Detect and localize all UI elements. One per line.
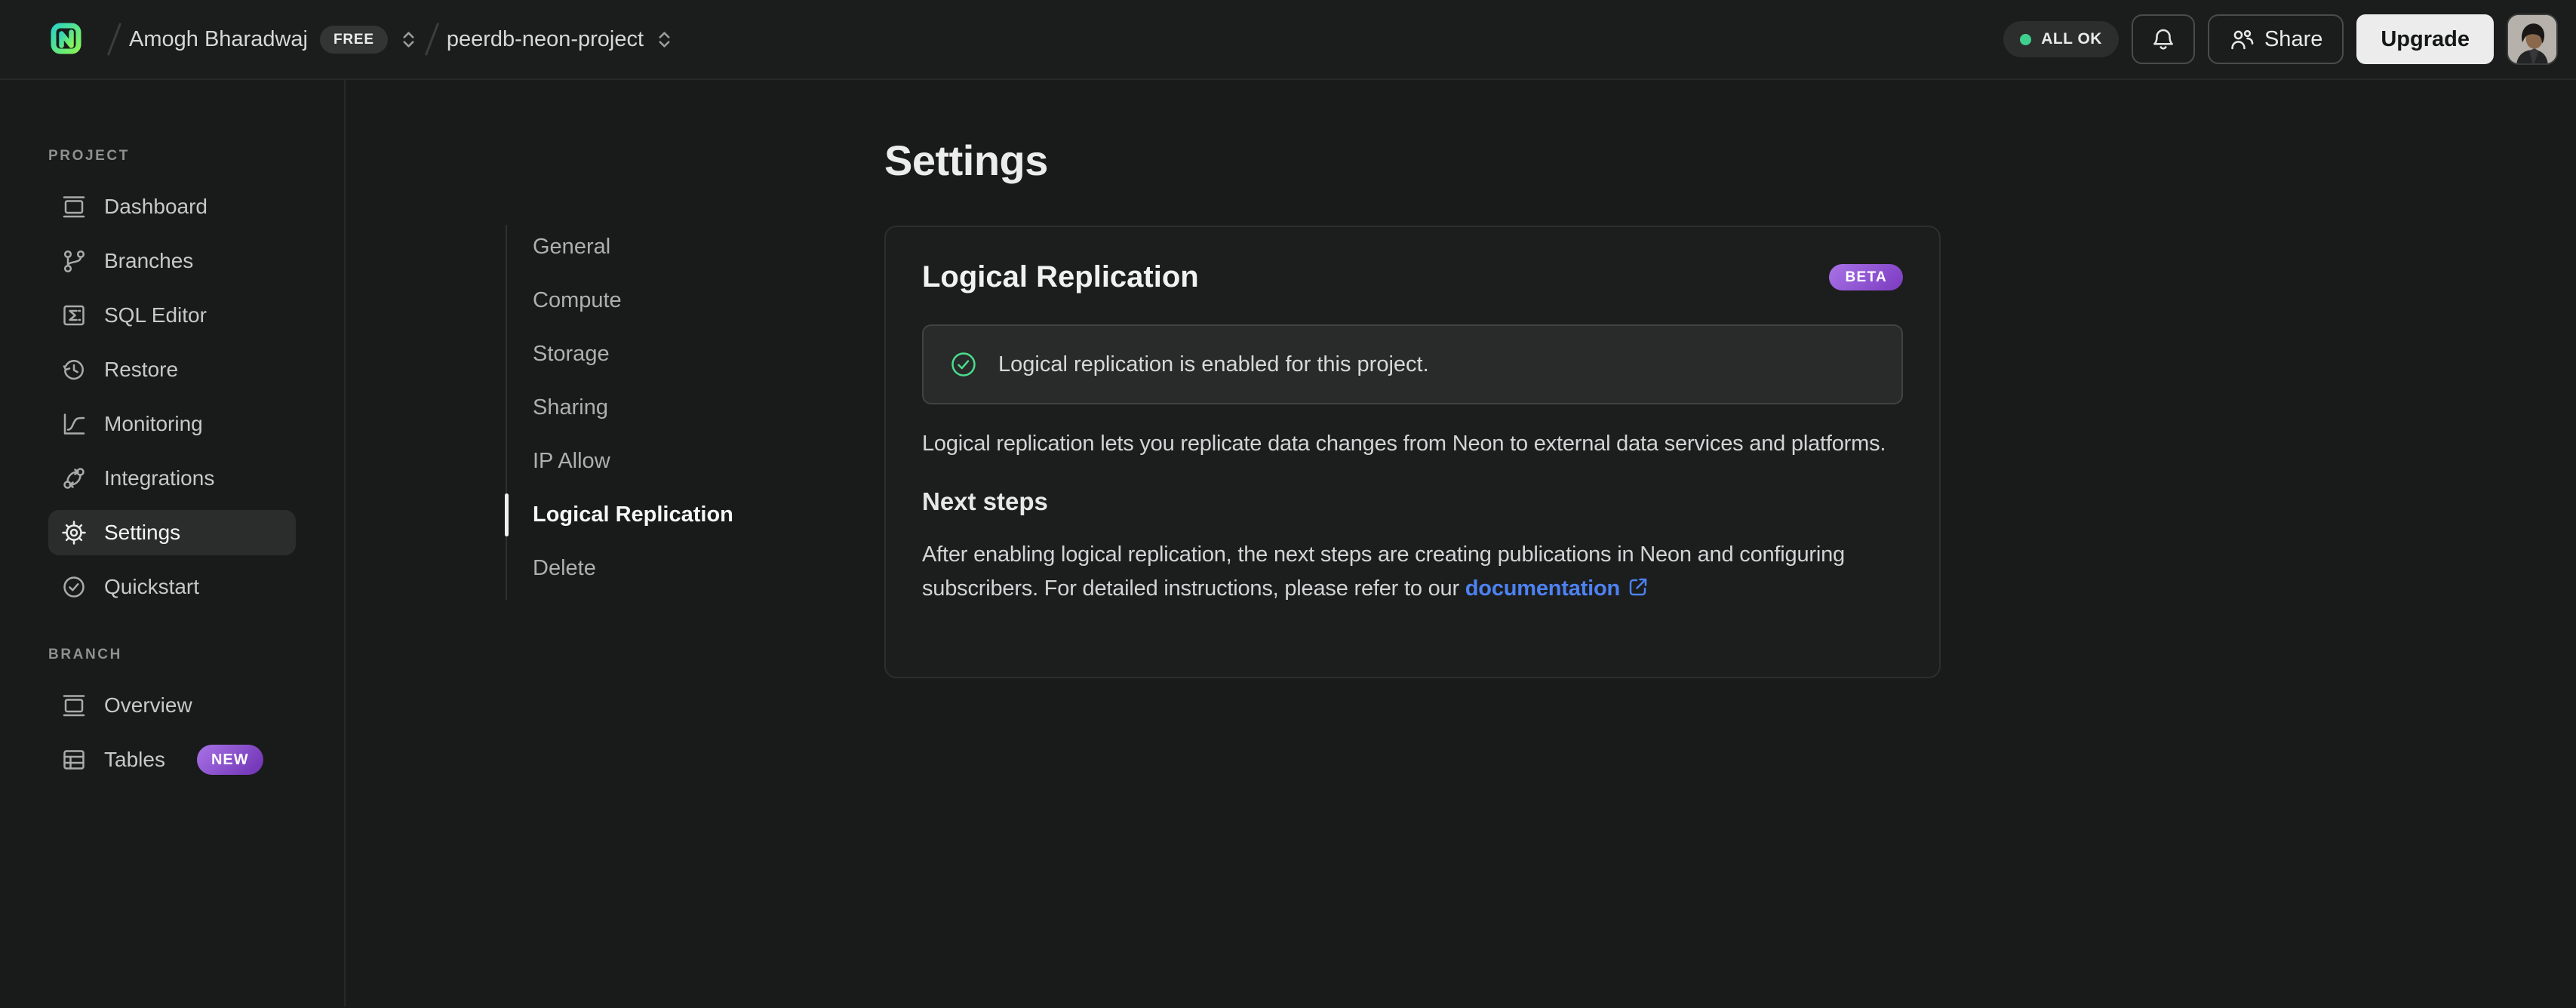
sidebar-item-sql-editor[interactable]: SQL Editor bbox=[48, 293, 296, 338]
user-avatar[interactable] bbox=[2507, 14, 2558, 65]
sidebar-item-label: Dashboard bbox=[104, 195, 207, 218]
sidebar-item-label: Integrations bbox=[104, 466, 215, 490]
window-icon bbox=[60, 193, 88, 220]
content-area: General Compute Storage Sharing IP Allow… bbox=[346, 80, 2576, 1006]
subnav-item-storage[interactable]: Storage bbox=[506, 327, 770, 381]
app-body: PROJECT Dashboard Branches SQL Editor Re… bbox=[0, 80, 2576, 1006]
subnav-item-ip-allow[interactable]: IP Allow bbox=[506, 435, 770, 488]
sidebar-item-label: Quickstart bbox=[104, 575, 200, 598]
status-dot-icon bbox=[2020, 33, 2032, 45]
chevron-updown-icon bbox=[403, 31, 414, 48]
sidebar-item-quickstart[interactable]: Quickstart bbox=[48, 564, 296, 610]
next-steps-body: After enabling logical replication, the … bbox=[922, 542, 1845, 601]
sidebar-item-label: Monitoring bbox=[104, 412, 203, 435]
breadcrumb-divider bbox=[424, 22, 440, 57]
sidebar-item-settings[interactable]: Settings bbox=[48, 510, 296, 555]
org-selector[interactable]: Amogh Bharadwaj FREE bbox=[123, 25, 423, 54]
card-header: Logical Replication BETA bbox=[922, 260, 1903, 294]
status-label: ALL OK bbox=[2041, 30, 2102, 48]
card-title: Logical Replication bbox=[922, 260, 1199, 293]
share-button[interactable]: Share bbox=[2207, 14, 2344, 64]
subnav-item-sharing[interactable]: Sharing bbox=[506, 381, 770, 435]
description-text: Logical replication lets you replicate d… bbox=[922, 432, 1886, 456]
chart-curve-icon bbox=[60, 410, 88, 438]
upgrade-button[interactable]: Upgrade bbox=[2356, 14, 2494, 64]
next-steps-heading: Next steps bbox=[922, 487, 1048, 515]
neon-logo[interactable] bbox=[48, 20, 86, 59]
sidebar-item-label: Settings bbox=[104, 521, 181, 544]
history-clock-icon bbox=[60, 356, 88, 383]
neon-console: Amogh Bharadwaj FREE peerdb-neon-project… bbox=[0, 0, 2576, 1008]
sidebar-item-integrations[interactable]: Integrations bbox=[48, 456, 296, 501]
documentation-link[interactable]: documentation bbox=[1465, 576, 1620, 601]
sql-terminal-icon bbox=[60, 302, 88, 329]
notifications-button[interactable] bbox=[2131, 14, 2195, 64]
new-badge: NEW bbox=[196, 745, 263, 775]
table-icon bbox=[60, 746, 88, 773]
git-branch-icon bbox=[60, 247, 88, 275]
window-icon bbox=[60, 692, 88, 719]
page-title: Settings bbox=[884, 137, 1048, 184]
sidebar: PROJECT Dashboard Branches SQL Editor Re… bbox=[0, 80, 346, 1006]
bell-icon bbox=[2153, 29, 2173, 50]
subnav-item-delete[interactable]: Delete bbox=[506, 542, 770, 595]
logical-replication-card: Logical Replication BETA Logical replica… bbox=[884, 226, 1941, 678]
subnav-item-compute[interactable]: Compute bbox=[506, 274, 770, 327]
sidebar-item-tables[interactable]: Tables NEW bbox=[48, 737, 296, 782]
topbar: Amogh Bharadwaj FREE peerdb-neon-project… bbox=[0, 0, 2576, 80]
breadcrumb-divider bbox=[106, 22, 122, 57]
chevron-updown-icon bbox=[659, 31, 670, 48]
check-circle-icon bbox=[60, 573, 88, 601]
sidebar-item-restore[interactable]: Restore bbox=[48, 347, 296, 392]
sidebar-item-branches[interactable]: Branches bbox=[48, 238, 296, 284]
sidebar-section-branch: BRANCH bbox=[48, 647, 122, 662]
alert-text: Logical replication is enabled for this … bbox=[998, 352, 1429, 376]
settings-subnav: General Compute Storage Sharing IP Allow… bbox=[505, 220, 770, 600]
plan-badge: FREE bbox=[319, 25, 388, 54]
sidebar-item-label: Restore bbox=[104, 358, 179, 381]
sidebar-item-label: Overview bbox=[104, 693, 192, 717]
subnav-item-logical-replication[interactable]: Logical Replication bbox=[505, 488, 770, 542]
next-steps-text: After enabling logical replication, the … bbox=[922, 538, 1903, 606]
org-name: Amogh Bharadwaj bbox=[129, 26, 308, 51]
sidebar-item-label: Tables bbox=[104, 748, 165, 771]
external-link-icon[interactable] bbox=[1627, 576, 1649, 598]
subnav-item-general[interactable]: General bbox=[506, 220, 770, 274]
share-label: Share bbox=[2264, 26, 2323, 51]
project-selector[interactable]: peerdb-neon-project bbox=[441, 27, 679, 52]
beta-badge: BETA bbox=[1829, 264, 1903, 290]
users-icon bbox=[2231, 29, 2254, 49]
sidebar-item-monitoring[interactable]: Monitoring bbox=[48, 401, 296, 447]
project-name: peerdb-neon-project bbox=[446, 26, 644, 51]
settings-main: Settings Logical Replication BETA Logica… bbox=[884, 136, 1941, 678]
check-circle-icon bbox=[951, 352, 976, 376]
sidebar-section-project: PROJECT bbox=[48, 148, 130, 164]
sidebar-item-label: SQL Editor bbox=[104, 303, 207, 327]
sidebar-item-label: Branches bbox=[104, 249, 194, 272]
workflow-arrows-icon bbox=[60, 465, 88, 492]
gear-icon bbox=[60, 519, 88, 546]
sidebar-item-overview[interactable]: Overview bbox=[48, 683, 296, 728]
status-badge[interactable]: ALL OK bbox=[2003, 21, 2119, 57]
upgrade-label: Upgrade bbox=[2381, 26, 2470, 51]
topbar-actions: ALL OK Share Upgrade bbox=[2003, 14, 2558, 65]
sidebar-item-dashboard[interactable]: Dashboard bbox=[48, 184, 296, 229]
success-alert: Logical replication is enabled for this … bbox=[922, 324, 1903, 404]
avatar-photo bbox=[2508, 15, 2556, 63]
